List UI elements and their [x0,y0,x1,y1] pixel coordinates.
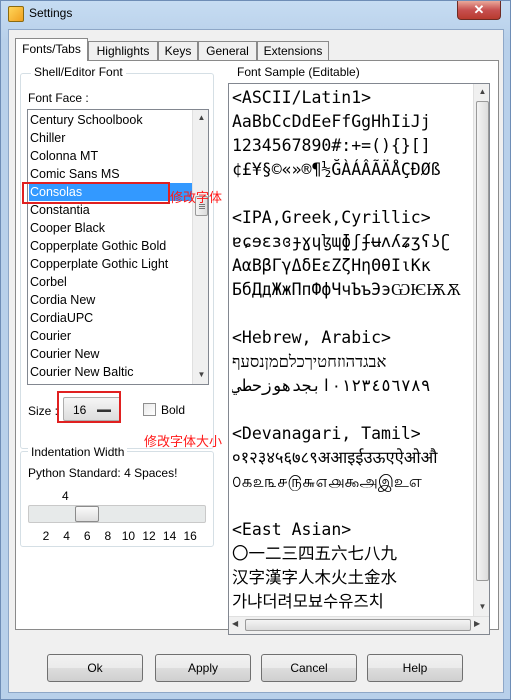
apply-button[interactable]: Apply [155,654,251,682]
tab-keys[interactable]: Keys [158,41,198,60]
font-list-item[interactable]: Comic Sans MS [29,165,194,183]
settings-window: Settings ✕ Fonts/Tabs Highlights Keys Ge… [0,0,511,700]
annotation-box-size [57,391,121,423]
font-sample-line: <Hebrew, Arabic> [232,328,391,347]
sample-scroll-up-icon[interactable]: ▲ [475,84,489,100]
ok-button[interactable]: Ok [47,654,143,682]
font-list-item[interactable]: Colonna MT [29,147,194,165]
scroll-down-icon[interactable]: ▼ [194,367,208,383]
font-sample-line: ٠١٢٣٤٥٦٧٨٩ابجدهوزحطي [232,376,431,395]
font-sample-line: БбДдЖжПпФфЧчЪъЭэѠѤѬѪ [232,280,461,299]
sample-hscroll-thumb[interactable] [245,619,471,631]
font-list-item[interactable]: Copperplate Gothic Light [29,255,194,273]
sample-vscroll-thumb[interactable] [476,101,489,581]
annotation-font-face: 修改字体 [170,190,223,205]
font-sample-line: 1234567890#:+=(){}[] [232,136,431,155]
font-sample-line: ¢£¥§©«»®¶½ĞÀÁÂÃÄÅÇÐØß [232,160,441,179]
indent-tick-label: 14 [162,529,177,543]
font-sample-line: 가냐더려모뵤수유즈치 [232,592,384,611]
window-title: Settings [29,6,73,20]
indent-tick-label: 16 [183,529,197,543]
size-label: Size : [28,404,59,418]
indent-tick-label: 12 [142,529,156,543]
font-list-item[interactable]: Corbel [29,273,194,291]
font-list-item[interactable]: Courier [29,327,194,345]
font-sample-line: ௦௧௨௩௪௫௬௭௮௯அஇஉஎ [232,472,422,491]
tab-general[interactable]: General [198,41,257,60]
tab-extensions[interactable]: Extensions [257,41,329,60]
bold-label: Bold [161,403,186,417]
sample-hscrollbar[interactable]: ◀ ▶ [229,616,489,634]
indent-current-value: 4 [62,489,69,503]
font-sample-line: 〇一二三四五六七八九 [232,544,397,563]
font-sample-line: ɐɕɘɛɜɞɟɣɥɮɰɸʃʄʉʌʎʑʒʕʖʗ [232,232,451,251]
font-sample-line [232,494,470,518]
python-standard-text: Python Standard: 4 Spaces! [28,466,178,480]
font-list-item[interactable]: Century Schoolbook [29,111,194,129]
font-sample-content[interactable]: <ASCII/Latin1> AaBbCcDdEeFfGgHhIiJj 123456… [232,86,470,614]
font-list-item[interactable]: CordiaUPC [29,309,194,327]
tab-fonts-tabs[interactable]: Fonts/Tabs [15,38,88,61]
font-sample-line [232,302,470,326]
font-sample-line: ०१२३४५६७८९अआइईउऊएऐओऔ [232,448,438,467]
sample-vscrollbar[interactable]: ▲ ▼ [473,84,489,616]
help-button[interactable]: Help [367,654,463,682]
font-face-list[interactable]: Century Schoolbook Chiller Colonna MT Comic… [27,109,209,385]
sample-scroll-left-icon[interactable]: ◀ [232,619,238,628]
font-list-item[interactable]: Chiller [29,129,194,147]
title-bar[interactable]: Settings ✕ [1,1,510,27]
indent-tick-label: 6 [83,529,91,543]
cancel-button[interactable]: Cancel [261,654,357,682]
indent-tick-label: 8 [104,529,112,543]
close-button[interactable]: ✕ [457,1,501,20]
font-list-item[interactable]: Courier New Baltic [29,363,194,381]
shell-font-group-label: Shell/Editor Font [31,65,126,79]
font-list-item[interactable]: Cordia New [29,291,194,309]
font-sample-line: <ASCII/Latin1> [232,88,372,107]
font-sample-label: Font Sample (Editable) [234,65,363,79]
indent-tick-label: 4 [63,529,70,543]
font-list-item[interactable]: Cooper Black [29,219,194,237]
annotation-font-size: 修改字体大小 [144,434,223,449]
app-icon [8,6,24,22]
annotation-box-font [22,182,170,204]
font-sample-line: <East Asian> [232,520,352,539]
fonts-tabs-page: Shell/Editor Font Font Face : Century Sc… [15,60,499,635]
font-sample-line: <IPA,Greek,Cyrillic> [232,208,431,227]
indent-slider-thumb[interactable] [74,506,99,522]
font-face-label: Font Face : [28,91,89,105]
dialog-client: Fonts/Tabs Highlights Keys General Exten… [8,29,504,693]
font-sample-line: אבגדהוזחטיךכלםמןנסעף [232,352,387,371]
font-sample-line [232,182,470,206]
font-sample-line: 汉字漢字人木火土金水 [232,568,397,587]
font-list-item[interactable]: Copperplate Gothic Bold [29,237,194,255]
font-sample-line: ΑαΒβΓγΔδΕεΖζΗηΘθΙιΚκ [232,256,431,275]
font-list-scrollbar[interactable]: ▲ ▼ [192,110,208,384]
font-sample-text-area[interactable]: <ASCII/Latin1> AaBbCcDdEeFfGgHhIiJj 123456… [228,83,490,635]
indent-tick-label: 2 [42,529,50,543]
bold-checkbox[interactable] [143,403,156,416]
font-sample-line [232,398,470,422]
sample-scroll-right-icon[interactable]: ▶ [474,619,480,628]
font-sample-line: <Devanagari, Tamil> [232,424,421,443]
font-sample-line: AaBbCcDdEeFfGgHhIiJj [232,112,431,131]
scroll-up-icon[interactable]: ▲ [194,110,208,126]
tab-highlights[interactable]: Highlights [88,41,158,60]
indent-tick-label: 10 [121,529,136,543]
indentation-group-label: Indentation Width [28,445,128,459]
indent-width-slider[interactable] [28,505,206,523]
sample-scroll-down-icon[interactable]: ▼ [475,599,489,615]
font-list-item[interactable]: Courier New [29,345,194,363]
